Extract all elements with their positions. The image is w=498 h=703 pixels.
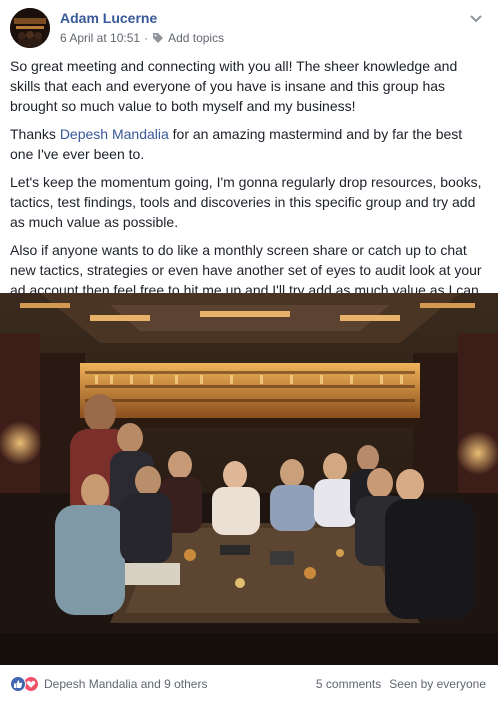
author-avatar[interactable] bbox=[10, 8, 50, 48]
group-post: Adam Lucerne 6 April at 10:51 · Add topi… bbox=[0, 0, 498, 703]
reactors-link[interactable]: Depesh Mandalia and 9 others bbox=[44, 677, 207, 691]
mention-link[interactable]: Depesh Mandalia bbox=[60, 126, 169, 142]
post-stats: 5 comments Seen by everyone bbox=[316, 677, 486, 691]
post-paragraph-thanks: Thanks Depesh Mandalia for an amazing ma… bbox=[10, 124, 488, 164]
post-header: Adam Lucerne 6 April at 10:51 · Add topi… bbox=[0, 0, 498, 52]
author-name[interactable]: Adam Lucerne bbox=[60, 10, 157, 26]
tag-icon bbox=[153, 33, 164, 43]
add-topics-link[interactable]: Add topics bbox=[168, 31, 224, 45]
post-body: So great meeting and connecting with you… bbox=[10, 56, 488, 308]
seen-by-link[interactable]: Seen by everyone bbox=[389, 677, 486, 691]
post-timestamp[interactable]: 6 April at 10:51 bbox=[60, 31, 140, 45]
post-footer: Depesh Mandalia and 9 others 5 comments … bbox=[0, 665, 498, 703]
like-icon bbox=[10, 676, 26, 692]
post-meta: 6 April at 10:51 · Add topics bbox=[60, 31, 224, 45]
chevron-down-icon[interactable] bbox=[468, 10, 484, 26]
post-paragraph: Let's keep the momentum going, I'm gonna… bbox=[10, 174, 482, 230]
comments-count-link[interactable]: 5 comments bbox=[316, 677, 381, 691]
meta-separator: · bbox=[144, 31, 149, 45]
post-paragraph: So great meeting and connecting with you… bbox=[10, 58, 458, 114]
post-photo[interactable] bbox=[0, 293, 498, 665]
reaction-icons[interactable] bbox=[10, 676, 39, 692]
thanks-prefix: Thanks bbox=[10, 126, 60, 142]
post-paragraph: Also if anyone wants to do like a monthl… bbox=[10, 242, 483, 298]
